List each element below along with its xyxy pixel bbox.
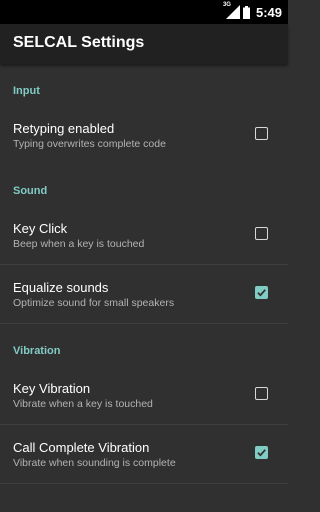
app-title: SELCAL Settings: [13, 34, 145, 51]
signal-icon: 3G: [222, 2, 240, 19]
pref-summary: Optimize sound for small speakers: [13, 297, 175, 309]
section-header-input: Input: [0, 64, 288, 106]
pref-row-key-click[interactable]: Key Click Beep when a key is touched: [0, 206, 288, 265]
section-header-sound: Sound: [0, 164, 288, 206]
key-click-checkbox[interactable]: [255, 227, 268, 240]
status-icons: 3G 5:49: [222, 0, 282, 24]
pref-title: Key Vibration: [13, 381, 91, 396]
equalize-sounds-checkbox[interactable]: [255, 286, 268, 299]
pref-summary: Typing overwrites complete code: [13, 138, 166, 150]
check-icon: [257, 289, 266, 297]
pref-row-equalize-sounds[interactable]: Equalize sounds Optimize sound for small…: [0, 265, 288, 324]
battery-icon: [242, 5, 250, 19]
app-bar: SELCAL Settings: [0, 24, 288, 64]
settings-list: Input Retyping enabled Typing overwrites…: [0, 64, 288, 484]
status-clock: 5:49: [255, 4, 282, 20]
pref-title: Key Click: [13, 221, 68, 236]
section-header-label: Input: [13, 85, 40, 97]
pref-title: Call Complete Vibration: [13, 440, 150, 455]
section-header-vibration: Vibration: [0, 324, 288, 366]
call-complete-vibration-checkbox[interactable]: [255, 446, 268, 459]
pref-row-key-vibration[interactable]: Key Vibration Vibrate when a key is touc…: [0, 366, 288, 425]
key-vibration-checkbox[interactable]: [255, 387, 268, 400]
pref-summary: Vibrate when sounding is complete: [13, 457, 176, 469]
pref-title: Equalize sounds: [13, 280, 109, 295]
pref-row-retyping-enabled[interactable]: Retyping enabled Typing overwrites compl…: [0, 106, 288, 164]
section-header-label: Vibration: [13, 345, 61, 357]
pref-title: Retyping enabled: [13, 121, 115, 136]
pref-row-call-complete-vibration[interactable]: Call Complete Vibration Vibrate when sou…: [0, 425, 288, 484]
retyping-enabled-checkbox[interactable]: [255, 127, 268, 140]
pref-summary: Beep when a key is touched: [13, 238, 145, 250]
check-icon: [257, 449, 266, 457]
section-header-label: Sound: [13, 185, 48, 197]
status-bar: 3G 5:49: [0, 0, 288, 24]
pref-summary: Vibrate when a key is touched: [13, 398, 153, 410]
network-type-label: 3G: [222, 2, 231, 8]
